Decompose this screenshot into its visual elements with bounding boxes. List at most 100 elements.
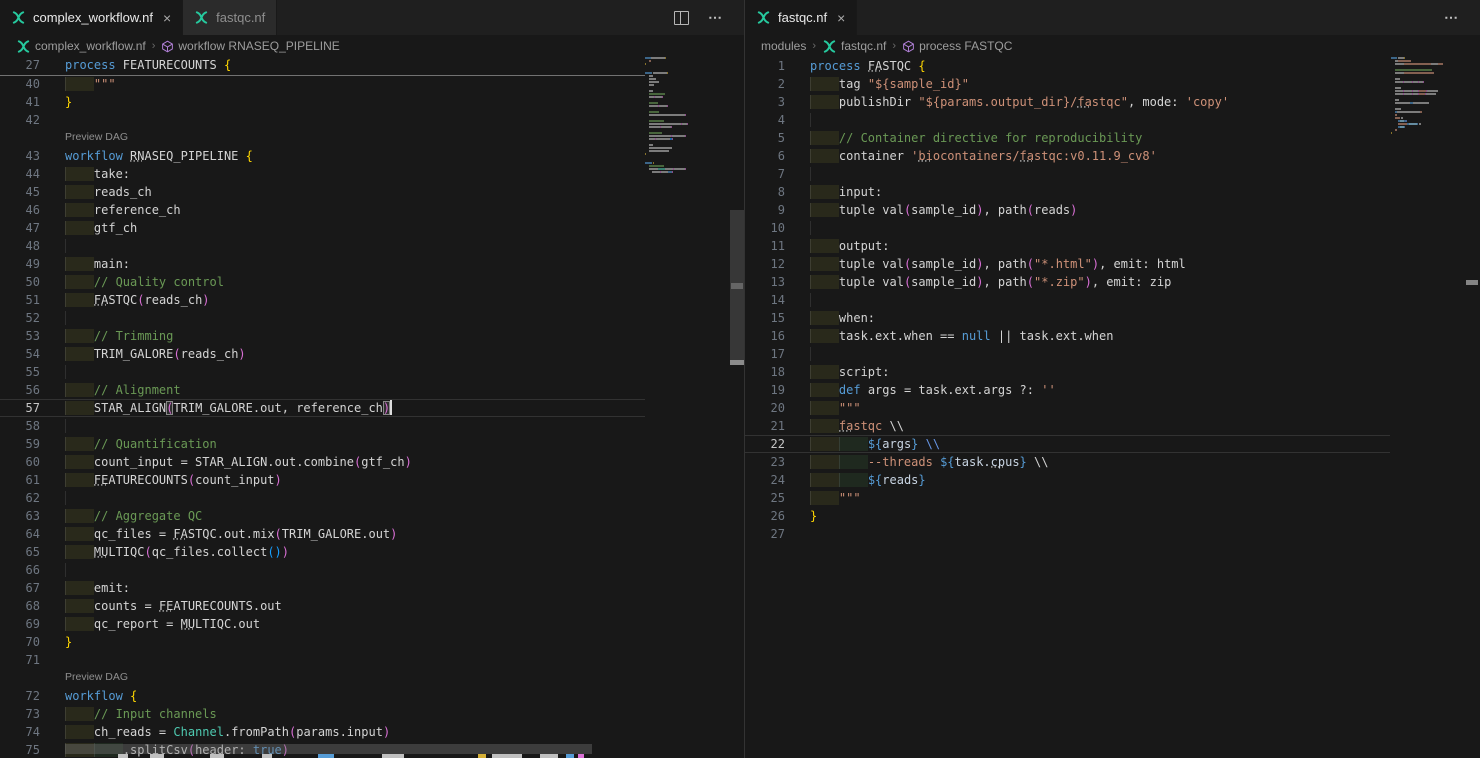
code-line[interactable]: 44 take: (0, 165, 645, 183)
code-line[interactable]: 69 qc_report = MULTIQC.out (0, 615, 645, 633)
code-line[interactable]: 41} (0, 93, 645, 111)
code-line[interactable]: 45 reads_ch (0, 183, 645, 201)
code-line[interactable]: 6 container 'biocontainers/fastqc:v0.11.… (745, 147, 1390, 165)
code-line[interactable]: 51 FASTQC(reads_ch) (0, 291, 645, 309)
code-line[interactable]: 26} (745, 507, 1390, 525)
code-line[interactable]: 13 tuple val(sample_id), path("*.zip"), … (745, 273, 1390, 291)
code-line[interactable]: 46 reference_ch (0, 201, 645, 219)
code-line[interactable]: 22 ${args} \\ (745, 435, 1390, 453)
code-line[interactable]: 17 (745, 345, 1390, 363)
codelens-row[interactable]: Preview DAG (0, 129, 645, 147)
code-line[interactable]: 56 // Alignment (0, 381, 645, 399)
code-line[interactable]: 63 // Aggregate QC (0, 507, 645, 525)
code-line[interactable]: 9 tuple val(sample_id), path(reads) (745, 201, 1390, 219)
horizontal-scrollbar-left[interactable] (65, 744, 592, 754)
code-line[interactable]: 71 (0, 651, 645, 669)
codelens-row[interactable]: Preview DAG (0, 669, 645, 687)
minimap-line (645, 60, 721, 62)
code-line[interactable]: 64 qc_files = FASTQC.out.mix(TRIM_GALORE… (0, 525, 645, 543)
code-line[interactable]: 57 STAR_ALIGN(TRIM_GALORE.out, reference… (0, 399, 645, 417)
minimap-line (645, 165, 721, 167)
minimap-line (645, 105, 721, 107)
vertical-scrollbar-left[interactable] (730, 57, 744, 758)
code-line[interactable]: 65 MULTIQC(qc_files.collect()) (0, 543, 645, 561)
code-line[interactable]: 53 // Trimming (0, 327, 645, 345)
code-line[interactable]: 42 (0, 111, 645, 129)
code-line[interactable]: 18 script: (745, 363, 1390, 381)
tab-fastqc-right[interactable]: fastqc.nf × (745, 0, 857, 35)
code-line[interactable]: 58 (0, 417, 645, 435)
split-editor-icon[interactable] (674, 11, 689, 25)
code-line[interactable]: 5 // Container directive for reproducibi… (745, 129, 1390, 147)
code-line[interactable]: 21 fastqc \\ (745, 417, 1390, 435)
breadcrumb-item[interactable]: process FASTQC (902, 39, 1012, 53)
code-line[interactable]: 62 (0, 489, 645, 507)
editor-actions-right: ⋯ (1444, 0, 1480, 35)
line-number: 61 (0, 471, 40, 489)
code-line[interactable]: 61 FEATURECOUNTS(count_input) (0, 471, 645, 489)
code-line[interactable]: 24 ${reads} (745, 471, 1390, 489)
code-line[interactable]: 74 ch_reads = Channel.fromPath(params.in… (0, 723, 645, 741)
minimap-left[interactable] (645, 57, 730, 174)
line-number: 66 (0, 561, 40, 579)
code-line[interactable]: 23 --threads ${task.cpus} \\ (745, 453, 1390, 471)
code-text: tuple val(sample_id), path("*.zip"), emi… (785, 273, 1171, 291)
minimap-line (645, 168, 721, 170)
codelens-preview-dag[interactable]: Preview DAG (40, 129, 128, 147)
codelens-preview-dag[interactable]: Preview DAG (40, 669, 128, 687)
sticky-scroll-line[interactable]: 27process FEATURECOUNTS { (0, 57, 645, 76)
code-line[interactable]: 27process FEATURECOUNTS { (0, 57, 645, 74)
code-line[interactable]: 10 (745, 219, 1390, 237)
code-line[interactable]: 4 (745, 111, 1390, 129)
code-line[interactable]: 48 (0, 237, 645, 255)
code-line[interactable]: 49 main: (0, 255, 645, 273)
code-area-left[interactable]: 40 """41}42Preview DAG43workflow RNASEQ_… (0, 75, 645, 758)
code-line[interactable]: 16 task.ext.when == null || task.ext.whe… (745, 327, 1390, 345)
code-line[interactable]: 50 // Quality control (0, 273, 645, 291)
code-line[interactable]: 68 counts = FEATURECOUNTS.out (0, 597, 645, 615)
code-line[interactable]: 55 (0, 363, 645, 381)
code-line[interactable]: 25 """ (745, 489, 1390, 507)
code-line[interactable]: 11 output: (745, 237, 1390, 255)
code-line[interactable]: 19 def args = task.ext.args ?: '' (745, 381, 1390, 399)
tab-fastqc-left[interactable]: fastqc.nf (183, 0, 277, 35)
line-number: 40 (0, 75, 40, 93)
more-actions-icon[interactable]: ⋯ (708, 9, 723, 26)
code-line[interactable]: 15 when: (745, 309, 1390, 327)
code-line[interactable]: 1process FASTQC { (745, 57, 1390, 75)
code-line[interactable]: 70} (0, 633, 645, 651)
breadcrumb-item[interactable]: workflow RNASEQ_PIPELINE (161, 39, 339, 53)
close-icon[interactable]: × (163, 11, 171, 25)
minimap-right[interactable] (1391, 57, 1461, 138)
code-line[interactable]: 72workflow { (0, 687, 645, 705)
code-line[interactable]: 66 (0, 561, 645, 579)
code-line[interactable]: 73 // Input channels (0, 705, 645, 723)
code-line[interactable]: 8 input: (745, 183, 1390, 201)
tab-label: complex_workflow.nf (33, 10, 153, 25)
code-line[interactable]: 3 publishDir "${params.output_dir}/fastq… (745, 93, 1390, 111)
breadcrumb-item[interactable]: fastqc.nf (822, 39, 886, 54)
code-line[interactable]: 40 """ (0, 75, 645, 93)
editor-left[interactable]: 27process FEATURECOUNTS { 40 """41}42Pre… (0, 57, 744, 758)
code-line[interactable]: 52 (0, 309, 645, 327)
code-line[interactable]: 54 TRIM_GALORE(reads_ch) (0, 345, 645, 363)
more-actions-icon[interactable]: ⋯ (1444, 9, 1459, 26)
code-area-right[interactable]: 1process FASTQC {2 tag "${sample_id}"3 p… (745, 57, 1390, 543)
editor-right[interactable]: 1process FASTQC {2 tag "${sample_id}"3 p… (745, 57, 1480, 758)
code-line[interactable]: 59 // Quantification (0, 435, 645, 453)
code-line[interactable]: 14 (745, 291, 1390, 309)
code-line[interactable]: 20 """ (745, 399, 1390, 417)
code-line[interactable]: 2 tag "${sample_id}" (745, 75, 1390, 93)
code-line[interactable]: 67 emit: (0, 579, 645, 597)
code-line[interactable]: 47 gtf_ch (0, 219, 645, 237)
tab-complex-workflow[interactable]: complex_workflow.nf × (0, 0, 183, 35)
breadcrumb-item[interactable]: complex_workflow.nf (16, 39, 146, 54)
code-line[interactable]: 43workflow RNASEQ_PIPELINE { (0, 147, 645, 165)
close-icon[interactable]: × (837, 11, 845, 25)
minimap-line (645, 153, 721, 155)
code-line[interactable]: 27 (745, 525, 1390, 543)
breadcrumb-item[interactable]: modules (761, 39, 806, 53)
code-line[interactable]: 60 count_input = STAR_ALIGN.out.combine(… (0, 453, 645, 471)
code-line[interactable]: 12 tuple val(sample_id), path("*.html"),… (745, 255, 1390, 273)
code-line[interactable]: 7 (745, 165, 1390, 183)
